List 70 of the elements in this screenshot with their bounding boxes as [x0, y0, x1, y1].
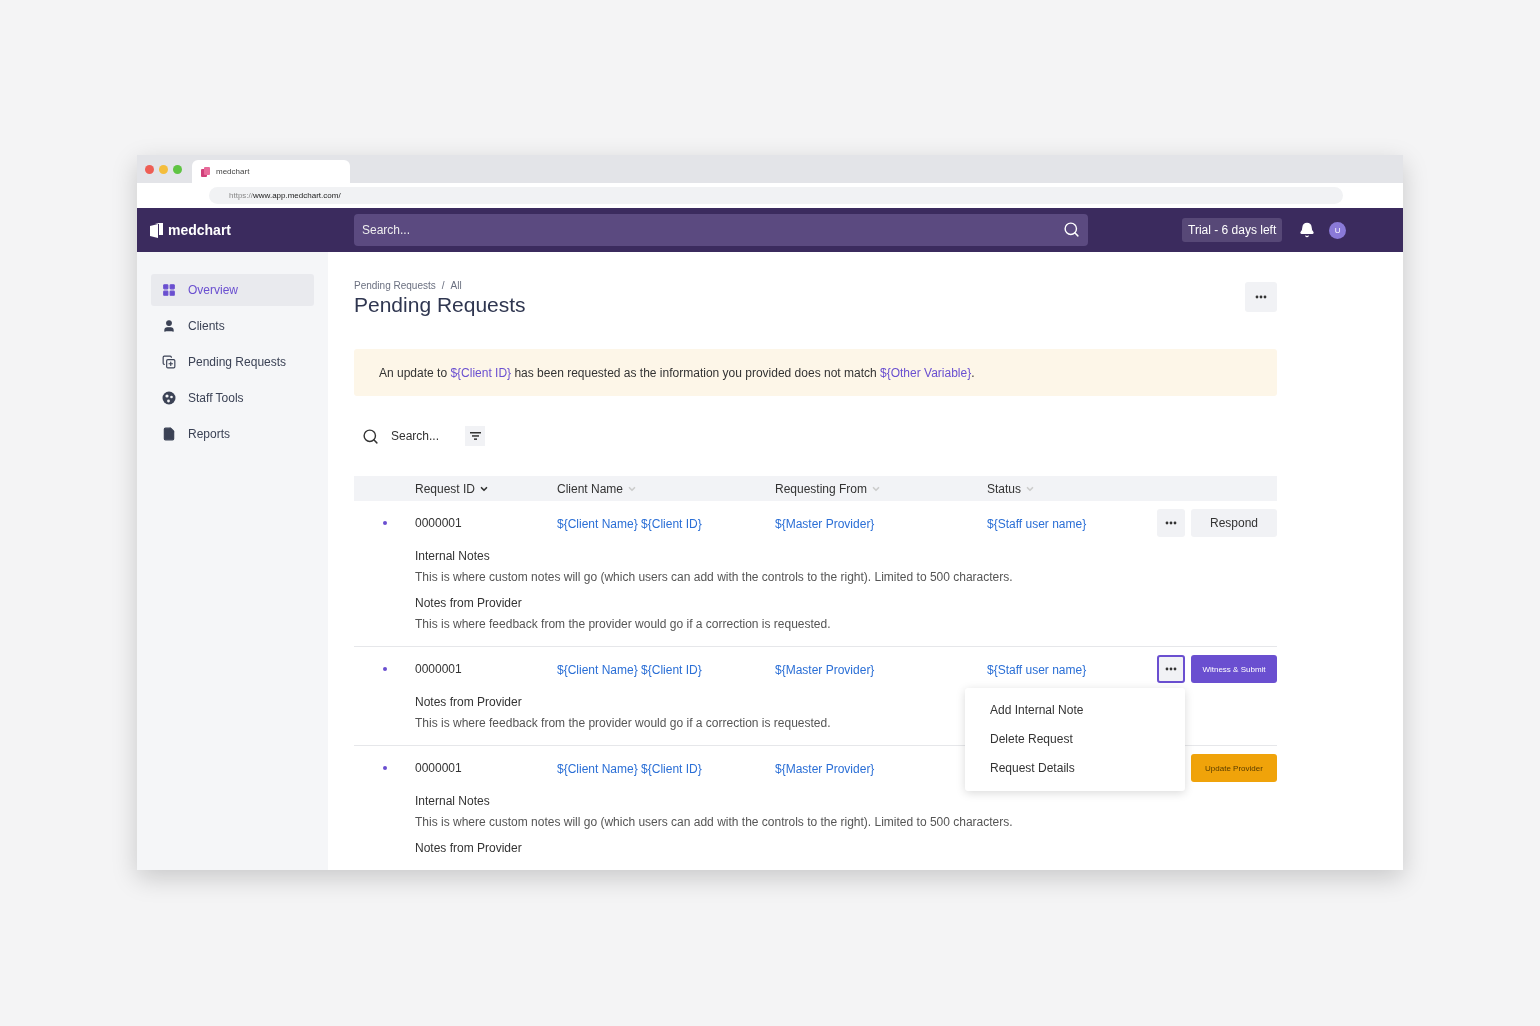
search-field[interactable]: Search... [389, 428, 449, 444]
more-button[interactable] [1157, 509, 1185, 537]
action-button[interactable]: Respond [1191, 509, 1277, 537]
logo-icon [201, 166, 210, 177]
bullet-icon [382, 766, 387, 770]
search-field[interactable]: Search... [354, 214, 1088, 246]
more-icon [1165, 667, 1177, 671]
column-header[interactable]: Status [987, 481, 1022, 496]
search-icon[interactable] [1063, 221, 1080, 238]
menu-item[interactable]: Request Details [965, 754, 1185, 783]
sidebar-item[interactable]: Overview [151, 274, 314, 306]
sidebar-item[interactable]: Pending Requests [151, 346, 314, 378]
notes-text: This is where custom notes will go (which users can add with the controls to the right). Limited to 500 characters. [415, 815, 1014, 829]
notes-text: This is where custom notes will go (which users can add with the controls to the right). Limited to 500 characters. [415, 570, 1014, 584]
close-window-icon[interactable] [145, 164, 154, 174]
column-header[interactable]: Requesting From [775, 481, 868, 496]
notes-label: Internal Notes [415, 549, 491, 563]
breadcrumb-item[interactable]: All [450, 280, 462, 291]
breadcrumb-separator: / [441, 280, 445, 291]
breadcrumb-item[interactable]: Pending Requests [354, 280, 436, 291]
more-icon [1255, 295, 1267, 299]
notes-label: Notes from Provider [415, 695, 523, 709]
sidebar-item[interactable]: Staff Tools [151, 382, 314, 414]
user-avatar[interactable]: U [1329, 221, 1347, 239]
search-icon [362, 427, 379, 445]
table-cell-text: 0000001 [415, 662, 463, 676]
client-link[interactable]: ${Client Name} ${Client ID} [557, 762, 702, 776]
notes-label: Notes from Provider [415, 841, 523, 855]
logo-text: medchart [168, 222, 232, 238]
bullet-icon [382, 521, 387, 525]
logo-icon [150, 222, 163, 238]
document-icon [162, 427, 176, 441]
alert-message: An update to ${Client ID} has been requested as the information you provided does not match ${Other Variable}. [379, 365, 975, 380]
more-button[interactable] [1157, 655, 1185, 683]
more-icon [1165, 521, 1177, 525]
provider-link[interactable]: ${Master Provider} [775, 762, 875, 776]
bullet-icon [382, 667, 387, 671]
stack-icon [162, 355, 176, 369]
menu-item[interactable]: Add Internal Note [965, 696, 1185, 725]
table-cell-text: 0000001 [415, 516, 463, 530]
bell-icon[interactable] [1299, 222, 1316, 238]
client-link[interactable]: ${Client Name} ${Client ID} [557, 663, 702, 677]
client-link[interactable]: ${Client Name} ${Client ID} [557, 517, 702, 531]
notes-text: This is where feedback from the provider would go if a correction is requested. [415, 617, 832, 631]
page-title: Pending Requests [354, 293, 526, 317]
notes-text: This is where feedback from the provider would go if a correction is requested. [415, 716, 832, 730]
filter-button[interactable] [465, 426, 485, 446]
column-header[interactable]: Client Name [557, 481, 624, 496]
grid-icon [162, 283, 176, 297]
action-button[interactable]: Witness & Submit [1191, 655, 1277, 683]
address-bar[interactable]: https://www.app.medchart.com/ [209, 187, 1343, 204]
sidebar-item[interactable]: Clients [151, 310, 314, 342]
person-icon [162, 319, 176, 333]
provider-link[interactable]: ${Master Provider} [775, 663, 875, 677]
status-link[interactable]: ${Staff user name} [987, 517, 1087, 531]
filter-icon [469, 432, 481, 440]
globe-icon [162, 391, 176, 405]
minimize-window-icon[interactable] [159, 164, 168, 174]
sidebar-item[interactable]: Reports [151, 418, 314, 450]
provider-link[interactable]: ${Master Provider} [775, 517, 875, 531]
status-link[interactable]: ${Staff user name} [987, 663, 1087, 677]
maximize-window-icon[interactable] [173, 164, 182, 174]
notes-label: Notes from Provider [415, 596, 523, 610]
notes-label: Internal Notes [415, 794, 491, 808]
column-header[interactable]: Request ID [415, 481, 476, 496]
menu-item[interactable]: Delete Request [965, 725, 1185, 754]
action-button[interactable]: Update Provider [1191, 754, 1277, 782]
table-cell-text: 0000001 [415, 761, 463, 775]
trial-badge: Trial - 6 days left [1182, 218, 1283, 242]
browser-tab[interactable]: medchart [192, 160, 350, 183]
